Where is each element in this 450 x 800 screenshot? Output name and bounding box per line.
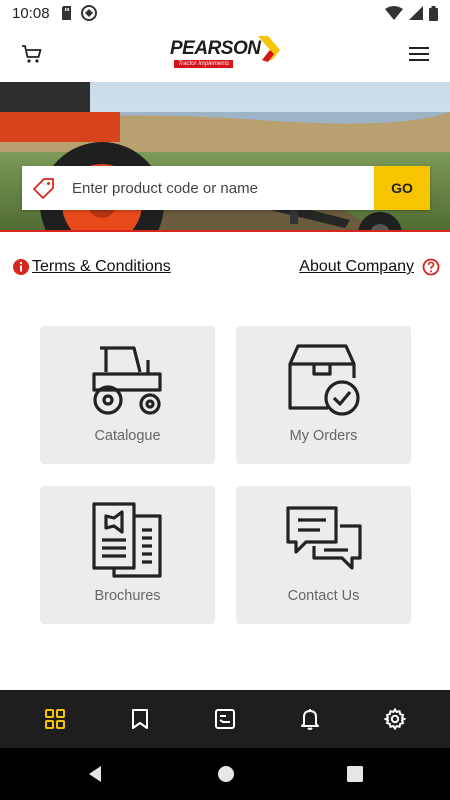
nav-bookmarks[interactable] bbox=[116, 695, 164, 743]
product-search-bar: GO bbox=[22, 166, 430, 210]
tile-label: My Orders bbox=[289, 428, 358, 444]
document-icon bbox=[214, 709, 235, 729]
terms-link-label[interactable]: Terms & Conditions bbox=[32, 258, 171, 276]
chat-bubbles-icon bbox=[286, 506, 362, 570]
brand-name: PEARSON bbox=[170, 38, 261, 59]
info-icon bbox=[13, 259, 29, 275]
brand-chevron-icon bbox=[258, 36, 280, 62]
about-company-link[interactable]: About Company bbox=[299, 258, 440, 276]
brand-tagline: Tractor Implements bbox=[174, 60, 234, 68]
box-check-icon bbox=[288, 344, 360, 416]
tractor-icon bbox=[92, 346, 162, 415]
about-link-label[interactable]: About Company bbox=[299, 258, 414, 276]
bookmark-icon bbox=[131, 709, 148, 729]
system-navigation-bar bbox=[0, 748, 450, 800]
nav-home[interactable] bbox=[31, 695, 79, 743]
brand-logo: PEARSON Tractor Implements bbox=[168, 34, 282, 74]
tile-label: Catalogue bbox=[94, 428, 161, 444]
system-back-icon[interactable] bbox=[85, 764, 105, 784]
system-recents-icon[interactable] bbox=[346, 765, 364, 783]
gear-icon bbox=[384, 708, 407, 730]
info-links-row: Terms & Conditions About Company bbox=[0, 256, 450, 284]
nav-documents[interactable] bbox=[201, 695, 249, 743]
app-header: PEARSON Tractor Implements bbox=[0, 26, 450, 82]
cart-icon[interactable] bbox=[20, 42, 44, 66]
tile-contact-us[interactable]: Contact Us bbox=[236, 486, 411, 624]
tile-label: Contact Us bbox=[287, 588, 360, 604]
cell-signal-icon bbox=[409, 6, 423, 20]
search-go-button[interactable]: GO bbox=[374, 166, 430, 210]
nav-notifications[interactable] bbox=[286, 695, 334, 743]
product-search-input[interactable] bbox=[66, 166, 374, 210]
terms-link[interactable]: Terms & Conditions bbox=[12, 258, 171, 276]
sd-card-icon bbox=[61, 6, 71, 20]
battery-icon bbox=[429, 5, 438, 21]
at-sign-icon bbox=[80, 5, 97, 21]
system-home-icon[interactable] bbox=[216, 764, 236, 784]
tile-catalogue[interactable]: Catalogue bbox=[40, 326, 215, 464]
status-time: 10:08 bbox=[12, 4, 50, 22]
brochure-icon bbox=[92, 502, 162, 578]
bell-icon bbox=[301, 709, 320, 730]
tile-label: Brochures bbox=[94, 588, 161, 604]
nav-settings[interactable] bbox=[371, 695, 419, 743]
bottom-navigation bbox=[0, 690, 450, 748]
tile-brochures[interactable]: Brochures bbox=[40, 486, 215, 624]
help-circle-icon bbox=[422, 258, 440, 276]
wifi-icon bbox=[385, 6, 403, 20]
status-bar: 10:08 bbox=[0, 0, 450, 26]
price-tag-icon bbox=[33, 178, 54, 199]
tile-my-orders[interactable]: My Orders bbox=[236, 326, 411, 464]
grid-icon bbox=[44, 709, 65, 729]
hamburger-menu-icon[interactable] bbox=[408, 44, 430, 64]
tag-icon-wrap bbox=[22, 166, 66, 210]
